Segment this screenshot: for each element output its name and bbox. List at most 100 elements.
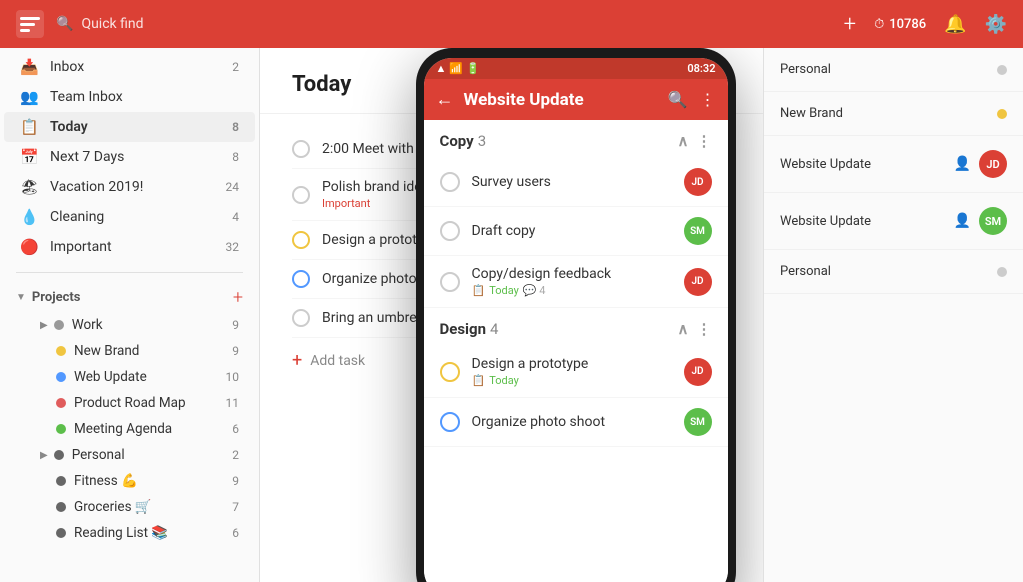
search-bar[interactable]: 🔍 Quick find — [56, 16, 832, 32]
sidebar-item-reading[interactable]: Reading List 📚 6 — [4, 520, 255, 546]
phone-screen: ▲ 📶 🔋 08:32 ← Website Update 🔍 ⋮ — [424, 58, 728, 582]
groceries-count: 7 — [232, 500, 239, 514]
work-label: Work — [72, 317, 233, 333]
battery-icon: 🔋 — [466, 62, 480, 75]
user-icon: 👤 — [954, 213, 971, 229]
section-copy-count: 3 — [478, 132, 486, 150]
cleaning-count: 4 — [232, 210, 239, 224]
sidebar-item-team-inbox[interactable]: 👥 Team Inbox — [4, 82, 255, 112]
settings-icon[interactable]: ⚙️ — [985, 14, 1007, 35]
sidebar-item-inbox[interactable]: 📥 Inbox 2 — [4, 52, 255, 82]
section-design-count: 4 — [490, 320, 498, 338]
roadmap-count: 11 — [226, 396, 240, 410]
phone-task-checkbox[interactable] — [440, 221, 460, 241]
task-checkbox[interactable] — [292, 231, 310, 249]
top-navigation: 🔍 Quick find + ⏱ 10786 🔔 ⚙️ — [0, 0, 1023, 48]
sidebar-item-newbrand[interactable]: New Brand 9 — [4, 338, 255, 364]
phone-task-checkbox[interactable] — [440, 272, 460, 292]
task-checkbox[interactable] — [292, 270, 310, 288]
comment-count: 💬 4 — [523, 284, 546, 297]
add-project-button[interactable]: + — [233, 287, 243, 308]
today-label: Today — [50, 119, 232, 135]
team-inbox-icon: 👥 — [20, 88, 42, 106]
sidebar-item-today[interactable]: 📋 Today 8 — [4, 112, 255, 142]
inbox-label: Inbox — [50, 59, 232, 75]
phone-status-bar: ▲ 📶 🔋 08:32 — [424, 58, 728, 79]
wifi-icon: ▲ — [436, 62, 447, 75]
rp-badge — [997, 109, 1007, 119]
task-checkbox[interactable] — [292, 309, 310, 327]
back-button[interactable]: ← — [436, 89, 454, 110]
signal-icon: 📶 — [449, 62, 463, 75]
next7-label: Next 7 Days — [50, 149, 232, 165]
sidebar-item-roadmap[interactable]: Product Road Map 11 — [4, 390, 255, 416]
vacation-count: 24 — [226, 180, 240, 194]
work-dot — [54, 320, 64, 330]
add-task-icon: + — [292, 350, 302, 371]
rp-item: Website Update 👤 SM — [764, 193, 1023, 250]
right-panel: Personal New Brand Website Update 👤 JD W… — [763, 48, 1023, 582]
karma-icon: ⏱ — [874, 17, 884, 32]
webupdate-dot — [56, 372, 66, 382]
sidebar-divider — [16, 272, 243, 273]
reading-count: 6 — [232, 526, 239, 540]
sidebar-item-next7[interactable]: 📅 Next 7 Days 8 — [4, 142, 255, 172]
rp-label: Personal — [780, 264, 989, 279]
sidebar-item-cleaning[interactable]: 💧 Cleaning 4 — [4, 202, 255, 232]
vacation-label: Vacation 2019! — [50, 179, 226, 195]
team-inbox-label: Team Inbox — [50, 89, 239, 105]
sidebar: 📥 Inbox 2 👥 Team Inbox 📋 Today 8 📅 Next … — [0, 48, 260, 582]
phone-more-icon[interactable]: ⋮ — [700, 90, 716, 109]
main-layout: 📥 Inbox 2 👥 Team Inbox 📋 Today 8 📅 Next … — [0, 48, 1023, 582]
collapse-icon[interactable]: ∧ — [678, 320, 689, 338]
work-count: 9 — [232, 318, 239, 332]
phone-content: Copy 3 ∧ ⋮ Survey users JD D — [424, 120, 728, 582]
task-checkbox[interactable] — [292, 140, 310, 158]
rp-label: New Brand — [780, 106, 989, 121]
phone-time: 08:32 — [687, 62, 715, 75]
fitness-count: 9 — [232, 474, 239, 488]
section-more-icon[interactable]: ⋮ — [697, 132, 712, 150]
phone-task-checkbox[interactable] — [440, 412, 460, 432]
newbrand-dot — [56, 346, 66, 356]
section-design-actions: ∧ ⋮ — [678, 320, 712, 338]
rp-item: Website Update 👤 JD — [764, 136, 1023, 193]
projects-section-header[interactable]: ▼ Projects + — [0, 279, 259, 312]
phone-task-checkbox[interactable] — [440, 172, 460, 192]
personal-count: 2 — [232, 448, 239, 462]
phone-topbar: ← Website Update 🔍 ⋮ — [424, 79, 728, 120]
sidebar-item-work[interactable]: ▶ Work 9 — [4, 312, 255, 338]
phone-search-icon[interactable]: 🔍 — [668, 90, 688, 109]
sidebar-item-groceries[interactable]: Groceries 🛒 7 — [4, 494, 255, 520]
sidebar-item-fitness[interactable]: Fitness 💪 9 — [4, 468, 255, 494]
app-logo[interactable] — [16, 10, 44, 38]
projects-chevron: ▼ — [16, 292, 26, 303]
add-task-button[interactable]: + — [844, 12, 856, 37]
task-checkbox[interactable] — [292, 186, 310, 204]
avatar: JD — [684, 268, 712, 296]
important-icon: 🔴 — [20, 238, 42, 256]
collapse-icon[interactable]: ∧ — [678, 132, 689, 150]
section-copy-actions: ∧ ⋮ — [678, 132, 712, 150]
personal-chevron: ▶ — [40, 450, 48, 461]
rp-label: Website Update — [780, 214, 946, 229]
groceries-dot — [56, 502, 66, 512]
phone-section-copy: Copy 3 ∧ ⋮ — [424, 120, 728, 158]
section-more-icon[interactable]: ⋮ — [697, 320, 712, 338]
notifications-icon[interactable]: 🔔 — [944, 14, 966, 35]
meeting-dot — [56, 424, 66, 434]
sidebar-item-vacation[interactable]: 🏖 Vacation 2019! 24 — [4, 172, 255, 202]
phone-task-item: Organize photo shoot SM — [424, 398, 728, 447]
phone-task-sub: 📋 Today — [472, 374, 672, 387]
newbrand-count: 9 — [232, 344, 239, 358]
newbrand-label: New Brand — [74, 343, 232, 359]
karma-value: 10786 — [889, 17, 926, 32]
vacation-icon: 🏖 — [20, 178, 42, 196]
sidebar-item-personal[interactable]: ▶ Personal 2 — [4, 442, 255, 468]
sidebar-main-section: 📥 Inbox 2 👥 Team Inbox 📋 Today 8 📅 Next … — [0, 48, 259, 266]
karma-display: ⏱ 10786 — [874, 17, 926, 32]
sidebar-item-meeting[interactable]: Meeting Agenda 6 — [4, 416, 255, 442]
sidebar-item-important[interactable]: 🔴 Important 32 — [4, 232, 255, 262]
phone-task-checkbox[interactable] — [440, 362, 460, 382]
sidebar-item-webupdate[interactable]: Web Update 10 — [4, 364, 255, 390]
